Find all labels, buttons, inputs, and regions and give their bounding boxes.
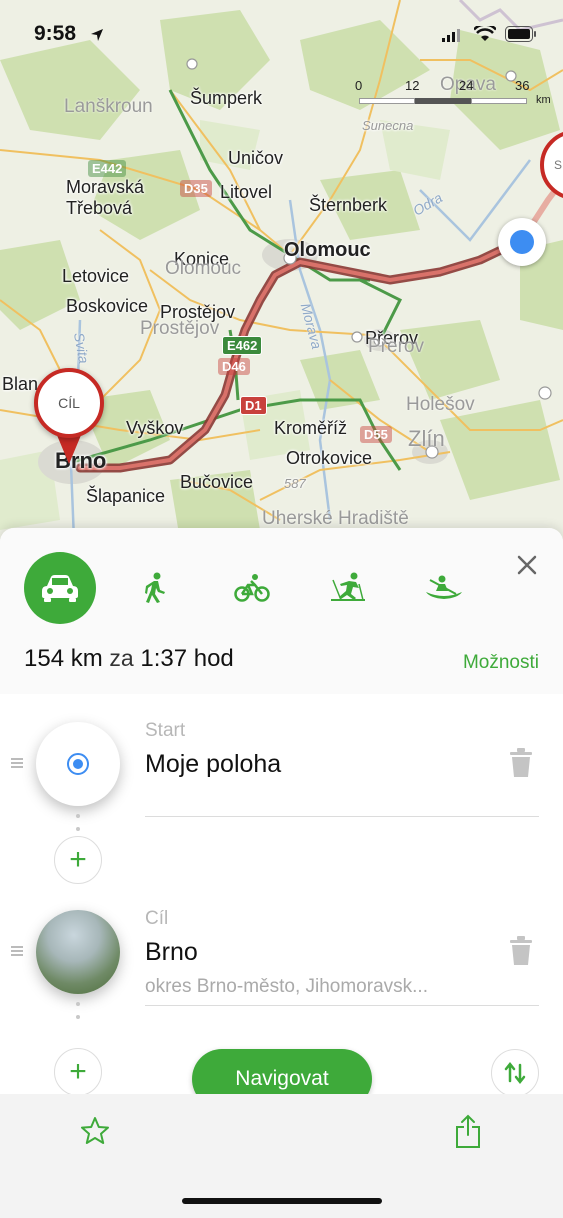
road-shield: D35 [180,180,212,197]
transport-mode-bar: 154 km za 1:37 hod Možnosti [0,528,563,694]
place-label: Olomouc [284,239,371,261]
place-label: Otrokovice [286,448,373,468]
walking-icon [145,572,165,603]
start-waypoint-icon [36,722,120,806]
mode-walk-button[interactable] [119,552,191,624]
road-shield: E462 [222,336,263,355]
place-label: Třebová [66,198,133,218]
plus-icon: + [69,1055,87,1088]
bicycle-icon [234,574,270,602]
trash-icon[interactable] [508,748,534,778]
connector-dots [76,1002,80,1028]
waypoint-title[interactable]: Moje poloha [145,750,281,779]
destination-thumbnail [36,910,120,994]
place-label: Kroměříž [274,418,348,438]
mode-bike-button[interactable] [216,552,288,624]
mode-car-button[interactable] [24,552,96,624]
route-distance: 154 km [24,645,103,672]
waypoint-list: + Start Moje poloha + Cíl Brno okres Brn… [0,694,563,1096]
options-link[interactable]: Možnosti [463,652,539,674]
waypoint-label: Start [145,720,186,741]
signal-icon [442,29,460,42]
scale-unit: km [536,94,551,106]
scale-tick: 24 [459,78,474,93]
road-shield: D55 [360,426,392,443]
ski-icon [331,572,365,601]
place-label: Přerov [368,336,424,357]
place-label: Prostějov [140,318,220,339]
place-label: Litovel [220,182,273,202]
scale-tick: 36 [515,78,530,93]
drag-handle-icon[interactable] [11,946,23,958]
route-summary: 154 km za 1:37 hod [24,645,234,673]
start-pin-label: S [554,158,563,172]
place-label: Uherské Hradiště [262,508,409,529]
place-label: Holešov [406,394,475,415]
location-arrow-icon [91,29,103,41]
route-za: za [109,645,134,671]
route-duration: 1:37 hod [140,645,234,672]
mode-ski-button[interactable] [312,552,384,624]
car-icon [42,575,78,602]
swap-icon [504,1061,526,1085]
share-icon[interactable] [455,1114,481,1148]
star-icon[interactable] [80,1116,110,1146]
scale-bar: 0 12 24 36 km [355,78,555,114]
altitude-label: 587 [284,476,306,491]
scale-tick: 12 [405,78,420,93]
place-label: Šternberk [309,195,388,215]
place-label: Olomouc [165,258,242,279]
status-bar: 9:58 [0,0,563,70]
road-shield: E442 [88,160,127,177]
place-label: Zlín [408,426,445,451]
bottom-toolbar [0,1094,563,1218]
place-label: Moravská [66,177,145,197]
waypoint-title[interactable]: Brno [145,938,198,967]
divider [145,1005,539,1006]
place-label: Lanškroun [64,96,153,117]
place-label: Bučovice [180,472,254,492]
map-view[interactable]: Lanškroun Šumperk Opava Sunecna Uničov M… [0,0,563,540]
place-label: Šlapanice [86,486,166,506]
trash-icon[interactable] [508,936,534,966]
drag-handle-icon[interactable] [11,758,23,770]
divider [145,816,539,817]
add-waypoint-button[interactable]: + [54,836,102,884]
add-waypoint-button[interactable]: + [54,1048,102,1096]
waypoint-label: Cíl [145,908,169,929]
road-shield: D1 [240,396,267,415]
place-label: Vyškov [126,418,184,438]
battery-icon [505,26,536,42]
place-label: Boskovice [66,296,149,316]
waypoint-subtitle: okres Brno-město, Jihomoravsk... [145,976,428,997]
scale-tick: 0 [355,78,363,93]
close-icon[interactable] [512,550,542,580]
clock: 9:58 [34,22,77,45]
swap-waypoints-button[interactable] [491,1049,539,1097]
road-shield: D46 [218,358,250,375]
home-indicator [182,1198,382,1204]
mode-boat-button[interactable] [408,552,480,624]
wifi-icon [474,26,496,41]
place-label: Uničov [228,148,284,168]
destination-pin-label: CÍL [58,395,80,411]
plus-icon: + [69,843,87,876]
destination-pin[interactable]: CÍL [34,368,106,468]
current-location-marker[interactable] [498,218,546,266]
place-label: Šumperk [190,88,263,108]
route-planner-sheet: 154 km za 1:37 hod Možnosti + Start Moje… [0,528,563,1218]
place-label: Blan [2,374,39,394]
place-label: Sunecna [362,118,414,133]
place-label: Letovice [62,266,130,286]
canoe-icon [426,575,462,599]
